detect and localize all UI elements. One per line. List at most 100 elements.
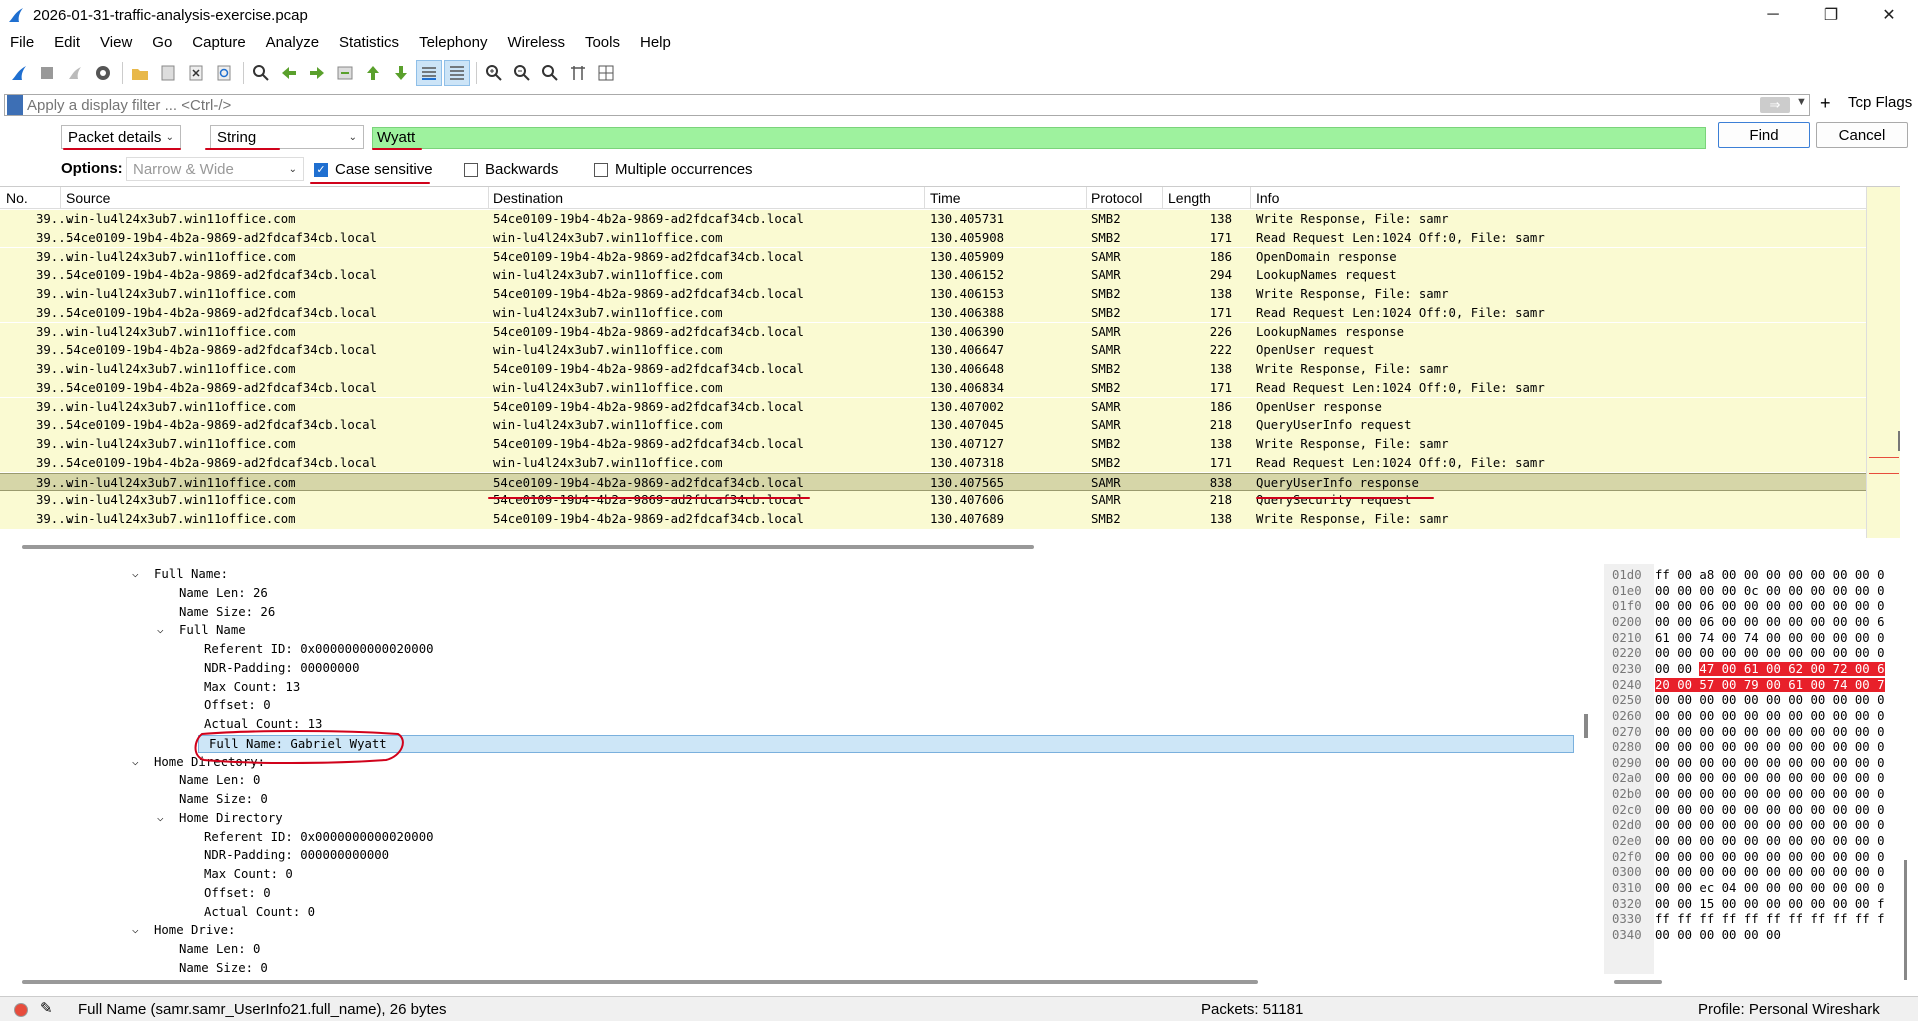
zoom-out-button[interactable] (509, 60, 535, 86)
menu-analyze[interactable]: Analyze (256, 34, 329, 51)
detail-row[interactable]: Max Count: 0 (0, 866, 1580, 885)
packet-list-hscrollbar[interactable] (22, 545, 1034, 549)
menu-capture[interactable]: Capture (182, 34, 255, 51)
menu-edit[interactable]: Edit (44, 34, 90, 51)
save-file-button[interactable] (155, 60, 181, 86)
search-in-select[interactable]: Packet details ⌄ (61, 125, 181, 149)
column-header-source[interactable]: Source (66, 190, 110, 206)
find-packet-button[interactable] (248, 60, 274, 86)
detail-row[interactable]: Name Len: 26 (0, 585, 1580, 604)
packet-row[interactable]: 39... win-lu4l24x3ub7.win11office.com 54ce… (0, 285, 1866, 304)
menu-go[interactable]: Go (142, 34, 182, 51)
packet-row[interactable]: 39... win-lu4l24x3ub7.win11office.com 54ce… (0, 360, 1866, 379)
detail-row[interactable]: Name Len: 0 (0, 772, 1580, 791)
column-header-info[interactable]: Info (1256, 190, 1279, 206)
expert-info-icon[interactable] (14, 1003, 28, 1017)
open-file-button[interactable] (127, 60, 153, 86)
detail-row[interactable]: Referent ID: 0x0000000000020000 (0, 829, 1580, 848)
menu-tools[interactable]: Tools (575, 34, 630, 51)
packet-row[interactable]: 39... 54ce0109-19b4-4b2a-9869-ad2fdcaf34c… (0, 453, 1866, 473)
minimize-button[interactable]: ─ (1744, 0, 1802, 30)
column-header-no[interactable]: No. (6, 190, 28, 206)
detail-row[interactable]: Max Count: 13 (0, 679, 1580, 698)
detail-row[interactable]: ⌵ Home Directory (0, 810, 1580, 829)
search-type-select[interactable]: String ⌄ (210, 125, 364, 149)
detail-row[interactable]: ⌵ Full Name (0, 622, 1580, 641)
first-packet-button[interactable] (360, 60, 386, 86)
menu-wireless[interactable]: Wireless (497, 34, 575, 51)
detail-row[interactable]: Offset: 0 (0, 885, 1580, 904)
detail-row[interactable]: Offset: 0 (0, 697, 1580, 716)
start-capture-button[interactable] (6, 60, 32, 86)
capture-options-button[interactable] (90, 60, 116, 86)
close-file-button[interactable] (183, 60, 209, 86)
autoscroll-toggle[interactable] (416, 60, 442, 86)
encoding-select[interactable]: Narrow & Wide ⌄ (126, 157, 304, 181)
packet-row[interactable]: 39... 54ce0109-19b4-4b2a-9869-ad2fdcaf34c… (0, 228, 1866, 248)
multiple-occurrences-checkbox[interactable]: Multiple occurrences (594, 161, 753, 178)
resize-columns-button[interactable] (565, 60, 591, 86)
display-filter-input[interactable] (27, 96, 1809, 114)
detail-row[interactable]: NDR-Padding: 000000000000 (0, 847, 1580, 866)
filter-apply-button[interactable]: ⇒ (1760, 97, 1790, 113)
details-hscrollbar[interactable] (22, 980, 1258, 984)
packet-row[interactable]: 39... 54ce0109-19b4-4b2a-9869-ad2fdcaf34c… (0, 266, 1866, 285)
packet-row[interactable]: 39... win-lu4l24x3ub7.win11office.com 54ce… (0, 247, 1866, 267)
last-packet-button[interactable] (388, 60, 414, 86)
column-header-protocol[interactable]: Protocol (1091, 190, 1142, 206)
column-header-destination[interactable]: Destination (493, 190, 563, 206)
backwards-checkbox[interactable]: Backwards (464, 161, 558, 178)
expand-chevron-icon[interactable]: ⌵ (132, 923, 139, 936)
restart-capture-button[interactable] (62, 60, 88, 86)
filter-history-dropdown-icon[interactable]: ▼ (1796, 96, 1807, 108)
colorize-toggle[interactable] (444, 60, 470, 86)
profile-text[interactable]: Profile: Personal Wireshark Setup (1698, 1001, 1918, 1021)
detail-row[interactable]: Name Len: 0 (0, 941, 1580, 960)
detail-row[interactable]: ⌵ Home Drive: (0, 922, 1580, 941)
packet-row[interactable]: 39... 54ce0109-19b4-4b2a-9869-ad2fdcaf34c… (0, 303, 1866, 323)
tcp-flags-filter-button[interactable]: Tcp Flags (1848, 94, 1912, 111)
bytes-vscrollbar[interactable] (1904, 860, 1907, 980)
find-input[interactable]: Wyatt (372, 127, 1706, 149)
detail-row[interactable]: Name Size: 0 (0, 960, 1580, 974)
expand-chevron-icon[interactable]: ⌵ (157, 623, 164, 636)
close-button[interactable]: ✕ (1860, 0, 1918, 30)
packet-row[interactable]: 39... win-lu4l24x3ub7.win11office.com 54ce… (0, 322, 1866, 342)
packet-row[interactable]: 39... win-lu4l24x3ub7.win11office.com 54ce… (0, 510, 1866, 529)
expand-chevron-icon[interactable]: ⌵ (157, 811, 164, 824)
detail-row[interactable]: Actual Count: 0 (0, 904, 1580, 923)
edit-comment-icon[interactable]: ✎ (40, 999, 53, 1017)
column-header-time[interactable]: Time (930, 190, 961, 206)
detail-row[interactable]: NDR-Padding: 00000000 (0, 660, 1580, 679)
expand-chevron-icon[interactable]: ⌵ (132, 567, 139, 580)
bytes-hscrollbar[interactable] (1614, 980, 1662, 984)
packet-row[interactable]: 39... win-lu4l24x3ub7.win11office.com 54ce… (0, 472, 1866, 492)
zoom-normal-button[interactable] (537, 60, 563, 86)
menu-file[interactable]: File (0, 34, 44, 51)
menu-help[interactable]: Help (630, 34, 681, 51)
packet-row[interactable]: 39... 54ce0109-19b4-4b2a-9869-ad2fdcaf34c… (0, 378, 1866, 398)
detail-row[interactable]: Name Size: 26 (0, 604, 1580, 623)
menu-telephony[interactable]: Telephony (409, 34, 497, 51)
maximize-button[interactable]: ❐ (1802, 0, 1860, 30)
packet-row[interactable]: 39... win-lu4l24x3ub7.win11office.com 54ce… (0, 435, 1866, 454)
find-button[interactable]: Find (1718, 122, 1810, 148)
detail-row[interactable]: Referent ID: 0x0000000000020000 (0, 641, 1580, 660)
column-header-length[interactable]: Length (1168, 190, 1211, 206)
menu-view[interactable]: View (90, 34, 142, 51)
zoom-in-button[interactable] (481, 60, 507, 86)
details-scrollbar[interactable] (1584, 714, 1588, 738)
case-sensitive-checkbox[interactable]: ✓ Case sensitive (314, 161, 433, 178)
cancel-button[interactable]: Cancel (1816, 122, 1908, 148)
menu-statistics[interactable]: Statistics (329, 34, 409, 51)
go-back-button[interactable] (276, 60, 302, 86)
detail-row[interactable]: ⌵ Full Name: (0, 566, 1580, 585)
expand-chevron-icon[interactable]: ⌵ (132, 755, 139, 768)
add-filter-button[interactable]: + (1820, 93, 1831, 114)
packet-list-minimap-scrollbar[interactable] (1866, 187, 1900, 538)
packet-row[interactable]: 39... win-lu4l24x3ub7.win11office.com 54ce… (0, 210, 1866, 229)
reload-button[interactable] (211, 60, 237, 86)
packet-row[interactable]: 39... win-lu4l24x3ub7.win11office.com 54ce… (0, 397, 1866, 417)
stop-capture-button[interactable] (34, 60, 60, 86)
go-to-packet-button[interactable] (332, 60, 358, 86)
